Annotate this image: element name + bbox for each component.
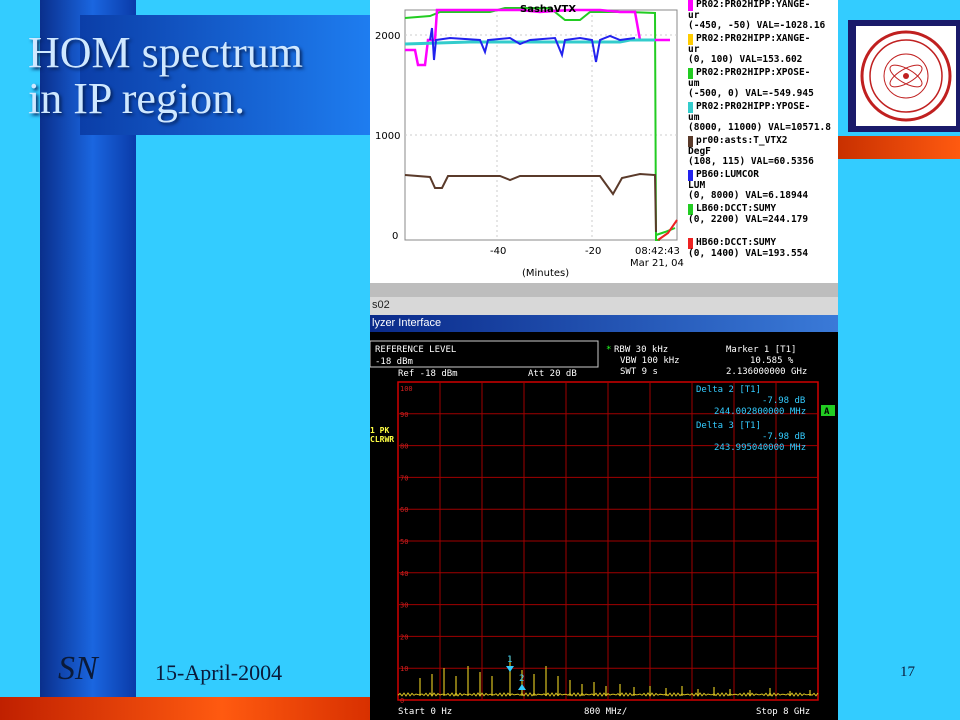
ref-readout: Ref -18 dBm <box>398 369 458 379</box>
strip-ytick-2000: 2000 <box>375 31 400 42</box>
delta2-value: -7.98 dB <box>762 396 805 406</box>
legend-entry-range: (8000, 11000) VAL=10571.8 <box>688 122 831 133</box>
window-strip-text: s02 <box>372 299 390 311</box>
trace-mode-clrwr: CLRWR <box>370 435 394 444</box>
marker-star-icon: * <box>606 345 611 355</box>
grid-level-label: 100 <box>400 385 413 393</box>
delta3-label: Delta 3 [T1] <box>696 421 761 431</box>
rbw-readout: RBW 30 kHz <box>614 345 668 355</box>
grid-level-label: 70 <box>400 474 408 482</box>
grid-level-label: 20 <box>400 633 408 641</box>
grid-level-label: 60 <box>400 506 408 514</box>
att-readout: Att 20 dB <box>528 369 577 379</box>
legend-entry-range: (108, 115) VAL=60.5356 <box>688 156 814 167</box>
legend-entry: pr00:asts:T_VTX2 DegF (108, 115) VAL=60.53… <box>688 135 838 168</box>
legend-entry: HB60:DCCT:SUMY (0, 1400) VAL=193.554 <box>688 237 838 259</box>
spectrum-analyzer-panel: REFERENCE LEVEL -18 dBm * RBW 30 kHz VBW… <box>370 332 838 720</box>
stop-frequency: Stop 8 GHz <box>756 707 810 717</box>
analyzer-window-titlebar[interactable]: lyzer Interface <box>370 315 838 332</box>
span-per-div: 800 MHz/ <box>584 707 627 717</box>
window-gap <box>370 283 838 297</box>
strip-xtick-40: -40 <box>490 246 506 257</box>
analyzer-window-title: lyzer Interface <box>372 317 442 329</box>
grid-level-label: 90 <box>400 411 408 419</box>
legend-entry: PR02:PR02HIPP:YPOSE-um (8000, 11000) VAL=… <box>688 101 838 134</box>
grid-level-label: 50 <box>400 538 408 546</box>
slide-title-line2: in IP region. <box>28 74 246 123</box>
marker-2-icon <box>518 684 526 690</box>
legend-entry-name: PB60:LUMCOR <box>688 169 838 181</box>
reference-level-label: REFERENCE LEVEL <box>375 345 456 355</box>
legend-entry-name: pr00:asts:T_VTX2 <box>688 135 838 147</box>
strip-ytick-0: 0 <box>392 231 398 242</box>
strip-chart-plot: 2000 1000 0 SashaVTX -40 -20 08:42:43 Ma… <box>375 4 684 279</box>
grid-level-label: 0 <box>400 697 404 705</box>
window-menu-strip: s02 <box>370 297 838 315</box>
legend-entry-range: (-500, 0) VAL=-549.945 <box>688 88 814 99</box>
vbw-readout: VBW 100 kHz <box>620 356 680 366</box>
delta3-value: -7.98 dB <box>762 432 805 442</box>
slide-title: HOM spectrum in IP region. <box>28 30 303 122</box>
slide-title-line1: HOM spectrum <box>28 28 303 77</box>
legend-entry: PR02:PR02HIPP:XPOSE-um (-500, 0) VAL=-549… <box>688 67 838 100</box>
grid-level-label: 40 <box>400 570 408 578</box>
legend-entry-name: LB60:DCCT:SUMY <box>688 203 838 215</box>
legend-entry-range: (0, 1400) VAL=193.554 <box>688 247 809 259</box>
strip-chart-title: SashaVTX <box>520 4 576 15</box>
legend-entry-name: PR02:PR02HIPP:XPOSE- <box>688 67 838 79</box>
marker1-freq: 2.136000000 GHz <box>726 367 807 377</box>
marker1-label: Marker 1 [T1] <box>726 345 796 355</box>
delta2-label: Delta 2 [T1] <box>696 385 761 395</box>
slide-date: 15-April-2004 <box>155 660 283 685</box>
legend-entry: PB60:LUMCOR LUM (0, 8000) VAL=6.18944 <box>688 169 838 202</box>
legend-entry-name: PR02:PR02HIPP:XANGE- <box>688 33 838 45</box>
strip-xaxis-label: (Minutes) <box>522 268 569 279</box>
trace-mode-pk: 1 PK <box>370 426 389 435</box>
delta2-freq: 244.002800000 MHz <box>714 407 806 417</box>
grid-level-label: 10 <box>400 665 408 673</box>
legend-entry: PR02:PR02HIPP:XANGE-ur (0, 100) VAL=153.6… <box>688 33 838 66</box>
legend-entry: PR02:PR02HIPP:YANGE-ur (-450, -50) VAL=-1… <box>688 0 838 32</box>
trace-a-label: A <box>824 407 830 417</box>
reference-level-value: -18 dBm <box>375 357 413 367</box>
delta3-freq: 243.995040000 MHz <box>714 443 806 453</box>
strip-xtick-20: -20 <box>585 246 601 257</box>
grid-level-label: 80 <box>400 443 408 451</box>
legend-entry: LB60:DCCT:SUMY (0, 2200) VAL=244.179 <box>688 203 838 225</box>
marker-tag-2: 2 <box>519 674 524 684</box>
legend-entry-name: PR02:PR02HIPP:YPOSE- <box>688 101 838 113</box>
strip-ytick-1000: 1000 <box>375 131 400 142</box>
right-bar-decoration <box>838 136 960 159</box>
legend-entry-range: (0, 100) VAL=153.602 <box>688 54 803 65</box>
legend-entry-range: (-450, -50) VAL=-1028.16 <box>688 20 826 31</box>
legend-entry-range: (0, 8000) VAL=6.18944 <box>688 190 809 201</box>
marker-tag-1: 1 <box>507 655 512 665</box>
bottom-bar-decoration <box>0 697 370 720</box>
legend-entry-name: HB60:DCCT:SUMY <box>688 237 838 249</box>
slac-logo <box>856 26 956 126</box>
legend-entry-name: PR02:PR02HIPP:YANGE- <box>688 0 838 11</box>
spectrum-analyzer-display: REFERENCE LEVEL -18 dBm * RBW 30 kHz VBW… <box>370 340 835 717</box>
marker1-value: 10.585 % <box>750 356 794 366</box>
swt-readout: SWT 9 s <box>620 367 658 377</box>
marker-1-icon <box>506 666 514 672</box>
author-initials: SN <box>58 650 98 687</box>
start-frequency: Start 0 Hz <box>398 707 452 717</box>
strip-date-label: Mar 21, 04 <box>630 258 684 269</box>
strip-time-label: 08:42:43 <box>635 246 680 257</box>
grid-level-label: 30 <box>400 602 408 610</box>
strip-chart-panel: 2000 1000 0 SashaVTX -40 -20 08:42:43 Ma… <box>370 0 838 283</box>
legend-entry-range: (0, 2200) VAL=244.179 <box>688 213 809 225</box>
page-number: 17 <box>900 664 915 680</box>
